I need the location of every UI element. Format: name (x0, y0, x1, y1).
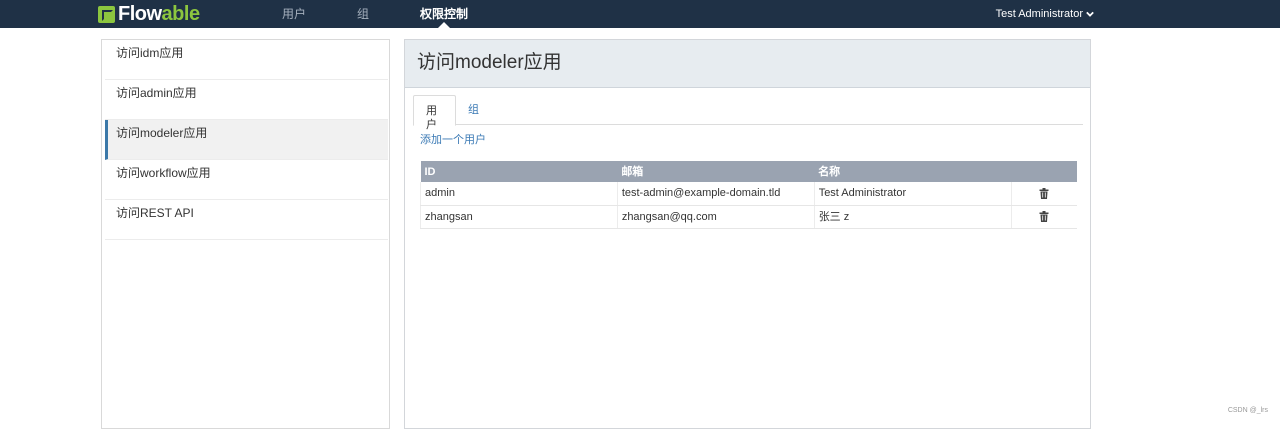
privilege-detail-panel: 访问modeler应用 用户 组 添加一个用户 ID 邮箱 名称 admin t… (404, 39, 1091, 429)
column-header-email[interactable]: 邮箱 (617, 161, 815, 182)
cell-email: test-admin@example-domain.tld (617, 182, 815, 206)
top-navbar: Flowable 用户 组 权限控制 Test Administrator (0, 0, 1280, 28)
tab-bar: 用户 组 (413, 95, 1083, 131)
active-nav-indicator (438, 22, 450, 28)
column-header-id[interactable]: ID (420, 161, 618, 182)
privilege-item-workflow[interactable]: 访问workflow应用 (105, 160, 388, 200)
cell-actions (1011, 182, 1077, 206)
cell-id: zhangsan (420, 205, 618, 229)
column-header-actions (1011, 161, 1077, 182)
privilege-item-rest-api[interactable]: 访问REST API (105, 200, 388, 240)
nav-users[interactable]: 用户 (282, 7, 306, 21)
cell-email: zhangsan@qq.com (617, 205, 815, 229)
column-header-name[interactable]: 名称 (814, 161, 1012, 182)
privilege-item-modeler[interactable]: 访问modeler应用 (105, 120, 388, 160)
cell-name: 张三 z (814, 205, 1012, 229)
privilege-item-admin[interactable]: 访问admin应用 (105, 80, 388, 120)
privilege-item-idm[interactable]: 访问idm应用 (105, 40, 388, 80)
panel-header: 访问modeler应用 (405, 40, 1090, 88)
page-title: 访问modeler应用 (417, 52, 562, 73)
table-header-row: ID 邮箱 名称 (420, 161, 1077, 182)
logo-text: Flowable (118, 3, 200, 25)
trash-icon[interactable] (1039, 211, 1049, 223)
flowable-logo[interactable]: Flowable (98, 4, 200, 24)
cell-name: Test Administrator (814, 182, 1012, 206)
users-table: ID 邮箱 名称 admin test-admin@example-domain… (420, 161, 1077, 229)
user-menu-label: Test Administrator (995, 8, 1083, 20)
nav-privileges[interactable]: 权限控制 (420, 7, 468, 21)
table-row: zhangsan zhangsan@qq.com 张三 z (420, 205, 1077, 229)
nav-groups[interactable]: 组 (357, 7, 369, 21)
table-row: admin test-admin@example-domain.tld Test… (420, 182, 1077, 206)
flowable-logo-icon (98, 5, 115, 23)
tab-users[interactable]: 用户 (413, 95, 456, 131)
add-user-link[interactable]: 添加一个用户 (420, 133, 486, 147)
tab-groups[interactable]: 组 (456, 95, 491, 126)
chevron-down-icon (1086, 11, 1094, 17)
trash-icon[interactable] (1039, 187, 1049, 199)
watermark: CSDN @_lrs (1227, 407, 1268, 414)
cell-actions (1011, 205, 1077, 229)
privilege-list-panel: 访问idm应用 访问admin应用 访问modeler应用 访问workflow… (101, 39, 390, 429)
user-menu[interactable]: Test Administrator (996, 7, 1094, 21)
cell-id: admin (420, 182, 618, 206)
